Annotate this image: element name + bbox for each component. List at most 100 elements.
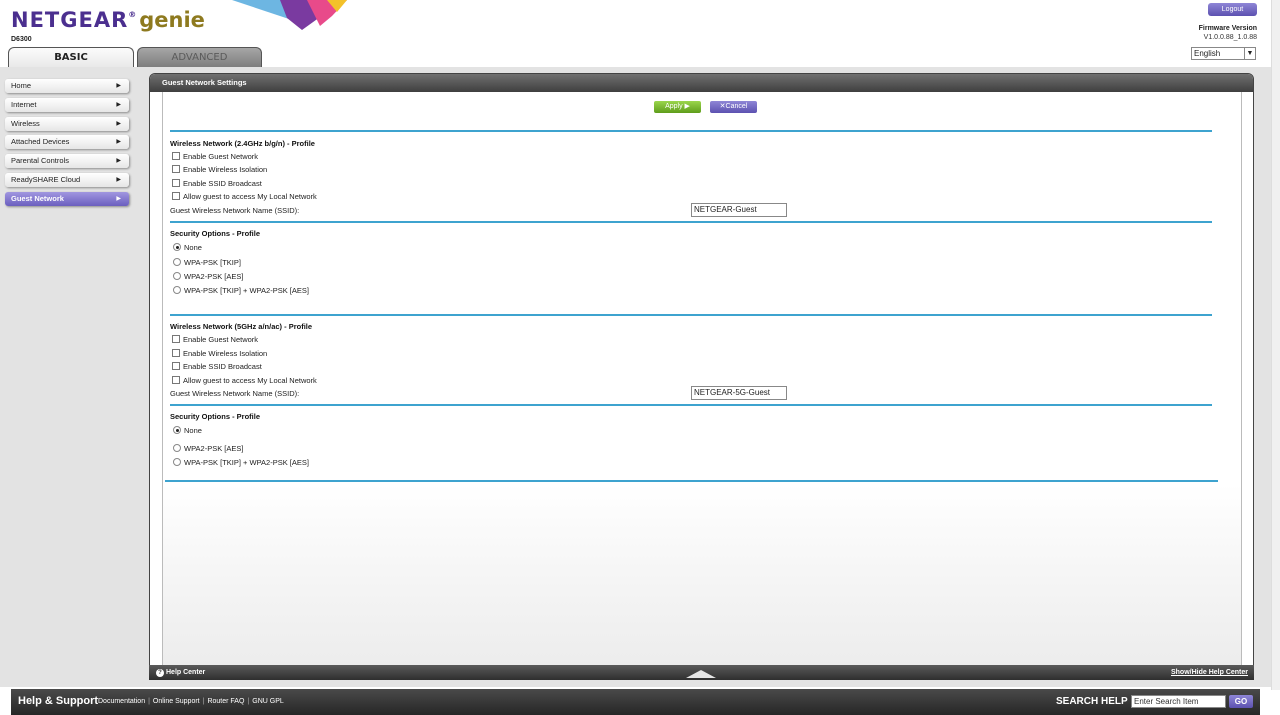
cancel-button[interactable]: ✕Cancel — [710, 101, 757, 113]
radio-button[interactable] — [173, 286, 181, 294]
option-label: WPA-PSK [TKIP] + WPA2-PSK [AES] — [184, 458, 309, 467]
option-label: Enable SSID Broadcast — [183, 179, 262, 188]
checkbox[interactable] — [172, 335, 180, 343]
logout-button[interactable]: Logout — [1208, 3, 1257, 16]
tab-advanced[interactable]: ADVANCED — [137, 47, 262, 67]
band5-wireless-isolation-checkbox[interactable]: Enable Wireless Isolation — [172, 349, 267, 358]
sidebar-item-label: Parental Controls — [11, 156, 69, 166]
help-icon: ? — [156, 669, 164, 677]
band24-security-mixed-radio[interactable]: WPA-PSK [TKIP] + WPA2-PSK [AES] — [173, 286, 309, 295]
arrow-right-icon: ▶ — [116, 120, 121, 127]
band24-security-wpa-tkip-radio[interactable]: WPA-PSK [TKIP] — [173, 258, 241, 267]
band5-enable-guest-checkbox[interactable]: Enable Guest Network — [172, 335, 258, 344]
sidebar-item-parental-controls[interactable]: Parental Controls ▶ — [5, 154, 129, 169]
guest-network-panel: Guest Network Settings Apply ▶ ✕Cancel W… — [149, 73, 1254, 680]
sidebar-item-home[interactable]: Home ▶ — [5, 79, 129, 93]
option-label: Enable Guest Network — [183, 152, 259, 161]
checkbox[interactable] — [172, 165, 180, 173]
band5-security-mixed-radio[interactable]: WPA-PSK [TKIP] + WPA2-PSK [AES] — [173, 458, 309, 467]
sidebar-menu: Home ▶ Internet ▶ Wireless ▶ Attached Devic… — [5, 79, 129, 211]
band24-security-title: Security Options - Profile — [170, 229, 261, 238]
band5-ssid-broadcast-checkbox[interactable]: Enable SSID Broadcast — [172, 362, 262, 371]
expand-arrow-icon[interactable] — [686, 670, 716, 678]
band24-ssid-label: Guest Wireless Network Name (SSID): — [170, 206, 300, 215]
radio-button[interactable] — [173, 258, 181, 266]
link-separator: | — [247, 698, 250, 705]
option-label: Enable SSID Broadcast — [183, 362, 262, 371]
chevron-down-icon: ▼ — [1244, 48, 1255, 59]
arrow-right-icon: ▶ — [116, 195, 121, 202]
radio-button[interactable] — [173, 458, 181, 466]
page-scrollbar[interactable] — [1271, 0, 1280, 690]
sidebar-item-label: Home — [11, 81, 32, 90]
band5-ssid-input[interactable]: NETGEAR-5G-Guest — [691, 386, 787, 400]
radio-button[interactable] — [173, 426, 181, 434]
checkbox[interactable] — [172, 179, 180, 187]
netgear-genie-logo: NETGEAR®genie — [11, 8, 205, 32]
band5-local-access-checkbox[interactable]: Allow guest to access My Local Network — [172, 376, 317, 385]
firmware-version: V1.0.0.88_1.0.88 — [1203, 34, 1257, 41]
checkbox[interactable] — [172, 349, 180, 357]
radio-button[interactable] — [173, 272, 181, 280]
sidebar-item-readyshare-cloud[interactable]: ReadySHARE Cloud ▶ — [5, 172, 129, 187]
checkbox[interactable] — [172, 376, 180, 384]
language-value: English — [1194, 49, 1221, 58]
option-label: WPA2-PSK [AES] — [184, 444, 244, 453]
band24-ssid-input[interactable]: NETGEAR-Guest — [691, 203, 787, 217]
arrow-right-icon: ▶ — [116, 139, 121, 146]
option-label: WPA-PSK [TKIP] — [184, 258, 241, 267]
band24-local-access-checkbox[interactable]: Allow guest to access My Local Network — [172, 192, 317, 201]
arrow-right-icon: ▶ — [116, 83, 121, 89]
search-help-label: SEARCH HELP — [1056, 696, 1128, 707]
band5-security-wpa2-aes-radio[interactable]: WPA2-PSK [AES] — [173, 444, 243, 453]
sidebar-item-label: Internet — [11, 99, 37, 109]
link-separator: | — [202, 698, 205, 705]
search-help-input[interactable]: Enter Search Item — [1131, 695, 1226, 708]
section-divider — [165, 480, 1218, 482]
sidebar-item-wireless[interactable]: Wireless ▶ — [5, 116, 129, 131]
radio-button[interactable] — [173, 243, 181, 251]
tab-basic[interactable]: BASIC — [8, 47, 134, 67]
sidebar-item-guest-network[interactable]: Guest Network ▶ — [5, 191, 129, 206]
checkbox[interactable] — [172, 152, 180, 160]
band24-security-none-radio[interactable]: None — [173, 243, 202, 252]
band24-security-wpa2-aes-radio[interactable]: WPA2-PSK [AES] — [173, 272, 243, 281]
apply-button[interactable]: Apply ▶ — [654, 101, 701, 113]
logo-swoosh-graphic — [232, 0, 347, 30]
checkbox[interactable] — [172, 192, 180, 200]
firmware-label: Firmware Version — [1198, 25, 1257, 32]
checkbox[interactable] — [172, 362, 180, 370]
band5-ssid-label: Guest Wireless Network Name (SSID): — [170, 389, 300, 398]
registered-mark: ® — [128, 10, 138, 19]
router-faq-link[interactable]: Router FAQ — [207, 698, 244, 705]
band5-security-title: Security Options - Profile — [170, 412, 261, 421]
sidebar-item-internet[interactable]: Internet ▶ — [5, 97, 129, 112]
footer-links: Documentation | Online Support | Router FAQ |… — [98, 698, 284, 705]
documentation-link[interactable]: Documentation — [98, 698, 145, 705]
option-label: Enable Guest Network — [183, 335, 259, 344]
sidebar-item-label: Attached Devices — [11, 137, 70, 147]
language-select[interactable]: English ▼ — [1191, 47, 1256, 60]
band24-wireless-isolation-checkbox[interactable]: Enable Wireless Isolation — [172, 165, 267, 174]
help-support-title: Help & Support — [18, 695, 99, 707]
arrow-right-icon: ▶ — [116, 158, 121, 165]
sidebar-item-label: Guest Network — [11, 193, 64, 203]
option-label: Allow guest to access My Local Network — [183, 192, 317, 201]
show-hide-help-link[interactable]: Show/Hide Help Center — [1171, 665, 1248, 680]
product-name: genie — [139, 8, 205, 32]
help-support-footer: Help & Support Documentation | Online Supp… — [11, 689, 1260, 715]
search-go-button[interactable]: GO — [1229, 695, 1253, 708]
option-label: Enable Wireless Isolation — [183, 349, 268, 358]
option-label: Allow guest to access My Local Network — [183, 376, 317, 385]
gnu-gpl-link[interactable]: GNU GPL — [252, 698, 284, 705]
band5-profile-title: Wireless Network (5GHz a/n/ac) - Profile — [170, 322, 313, 331]
help-center-link[interactable]: ? Help Center — [156, 665, 205, 680]
section-divider — [170, 130, 1212, 132]
radio-button[interactable] — [173, 444, 181, 452]
band5-security-none-radio[interactable]: None — [173, 426, 202, 435]
sidebar-item-attached-devices[interactable]: Attached Devices ▶ — [5, 135, 129, 150]
online-support-link[interactable]: Online Support — [153, 698, 200, 705]
band24-ssid-broadcast-checkbox[interactable]: Enable SSID Broadcast — [172, 179, 262, 188]
sidebar-item-label: Wireless — [11, 118, 40, 128]
band24-enable-guest-checkbox[interactable]: Enable Guest Network — [172, 152, 258, 161]
